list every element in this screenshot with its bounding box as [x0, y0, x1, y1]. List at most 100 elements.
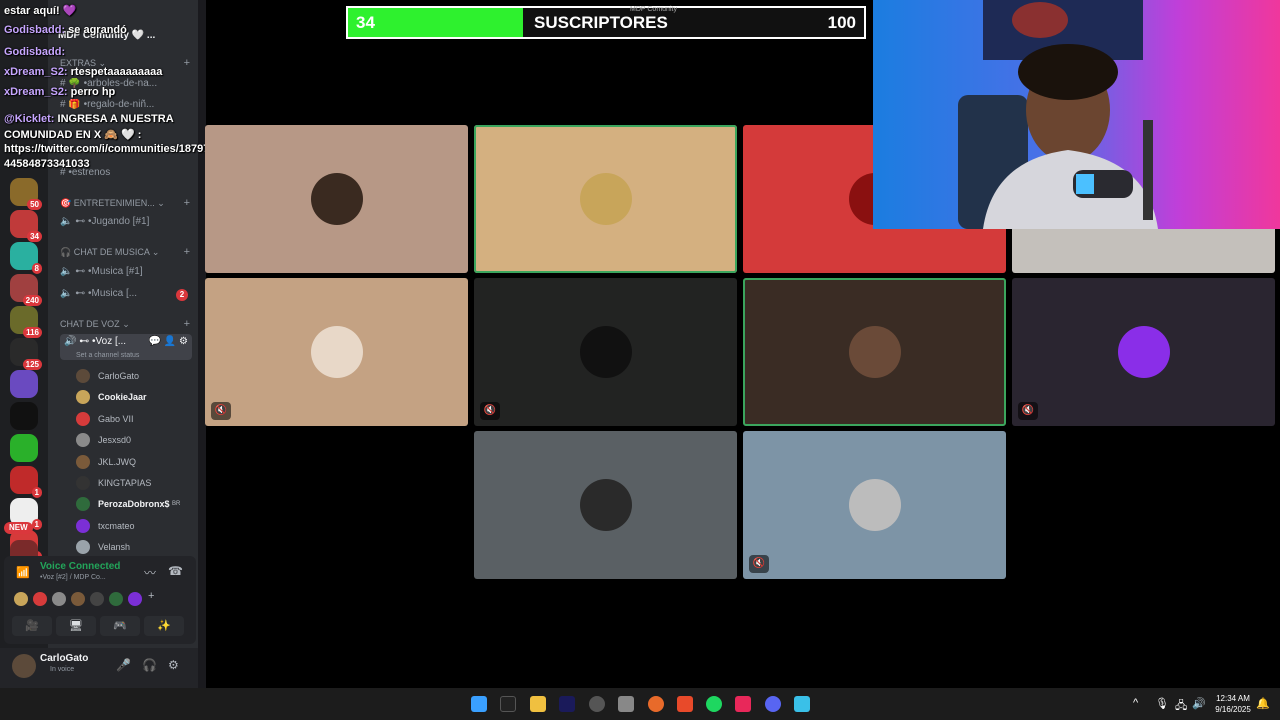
- server-icon[interactable]: 34: [10, 210, 42, 242]
- spotify-icon[interactable]: [706, 696, 722, 712]
- participant-avatar[interactable]: [33, 592, 47, 606]
- voice-member[interactable]: PerozaDobronx$ BR: [76, 496, 194, 512]
- premiere-icon[interactable]: [559, 696, 575, 712]
- avatar: [848, 326, 901, 378]
- clock-time: 12:34 AM: [1216, 694, 1250, 703]
- voice-member[interactable]: KINGTAPIAS: [76, 475, 194, 491]
- video-tile-txcmateo[interactable]: 🔇: [1012, 278, 1275, 426]
- chat-text: estar aquí! 💜: [4, 5, 77, 17]
- video-tile-cookiejaar[interactable]: [474, 125, 737, 273]
- chat-message: Godisbadd:: [4, 46, 65, 58]
- server-badge: 125: [22, 359, 42, 370]
- chat-message: xDream_S2: perro hp: [4, 86, 115, 98]
- avatar: [76, 411, 90, 426]
- server-icon[interactable]: 1: [10, 466, 42, 498]
- avatar[interactable]: [12, 654, 36, 678]
- discord-icon[interactable]: [765, 696, 781, 712]
- channel-musica-1[interactable]: 🔈 ⊷ •Musica [#1]: [60, 266, 192, 277]
- video-tile-jesxsd0[interactable]: 🔇: [205, 278, 468, 426]
- member-name: Velansh: [98, 542, 131, 553]
- category-musica[interactable]: 🎧 CHAT DE MUSICA ⌄ +: [60, 246, 196, 258]
- participant-avatar[interactable]: [109, 592, 123, 606]
- tray-chevron-icon[interactable]: ^: [1133, 697, 1138, 709]
- unread-badge: 2: [176, 289, 188, 301]
- channel-musica-2[interactable]: 🔈 ⊷ •Musica [...: [60, 288, 192, 299]
- file-explorer-icon[interactable]: [530, 696, 546, 712]
- video-tile-kingtapias[interactable]: 🔇: [474, 278, 737, 426]
- video-tile-peroza[interactable]: [474, 431, 737, 579]
- volume-icon[interactable]: 🔊: [1192, 697, 1206, 710]
- screenshare-button[interactable]: 🖥: [56, 616, 96, 636]
- microphone-icon[interactable]: 🎤: [116, 658, 131, 672]
- member-name: JKL.JWQ: [98, 456, 137, 467]
- noise-suppression-icon[interactable]: 〰: [144, 564, 156, 581]
- tiktok-icon[interactable]: [735, 696, 751, 712]
- server-icon[interactable]: 8: [10, 242, 42, 274]
- participant-avatar[interactable]: [14, 592, 28, 606]
- app-icon[interactable]: [618, 696, 634, 712]
- member-name: CookieJaar: [98, 392, 147, 403]
- chat-text: rtespetaaaaaaaaa: [70, 66, 163, 78]
- server-icon[interactable]: [10, 370, 38, 398]
- user-panel: CarloGato In voice 🎤 🎧 ⚙: [0, 648, 198, 688]
- participant-avatar[interactable]: [128, 592, 142, 606]
- avatar: [579, 479, 632, 531]
- epic-games-icon[interactable]: [500, 696, 516, 712]
- windows-start-icon[interactable]: [471, 696, 487, 712]
- video-tile-jkl[interactable]: [743, 278, 1006, 426]
- soundboard-button[interactable]: ✨: [144, 616, 184, 636]
- screen: 503482401161251171261NEW MDP Comunity 🤍 …: [0, 0, 1280, 720]
- clock[interactable]: 12:34 AM 9/16/2025: [1210, 693, 1256, 715]
- disconnect-icon[interactable]: ☎: [168, 564, 183, 578]
- voice-member[interactable]: CarloGato: [76, 368, 194, 384]
- chat-message: COMUNIDAD EN X 🙈 🤍 :: [4, 128, 141, 141]
- browser-icon[interactable]: [648, 696, 664, 712]
- channel-regalo[interactable]: # 🎁 •regalo-de-niñ...: [60, 99, 192, 110]
- server-icon[interactable]: 116: [10, 306, 42, 338]
- server-icon[interactable]: 50: [10, 178, 42, 210]
- camera-button[interactable]: 🎥: [12, 616, 52, 636]
- headphones-icon[interactable]: 🎧: [142, 658, 157, 672]
- poster-figure: [1012, 2, 1068, 38]
- notepad-icon[interactable]: [794, 696, 810, 712]
- notification-icon[interactable]: 🔔: [1256, 697, 1270, 710]
- speaker-icon: 🔈: [60, 266, 73, 277]
- voice-member[interactable]: CookieJaar: [76, 389, 194, 405]
- gear-icon[interactable]: ⚙: [168, 658, 179, 672]
- server-icon[interactable]: 240: [10, 274, 42, 306]
- tray-mic-icon[interactable]: 🎙: [1155, 697, 1169, 710]
- server-badge: 116: [23, 327, 42, 338]
- category-entretenimiento[interactable]: 🎯 ENTRETENIMIEN... ⌄ +: [60, 197, 196, 209]
- server-icon[interactable]: [10, 434, 38, 462]
- voice-connected-subtitle[interactable]: •Voz [#2] / MDP Co...: [40, 574, 106, 581]
- category-chat-de-voz[interactable]: CHAT DE VOZ ⌄ +: [60, 318, 196, 330]
- member-name: PerozaDobronx$: [98, 499, 170, 510]
- invite-icon[interactable]: +: [148, 590, 154, 602]
- activities-button[interactable]: 🎮: [100, 616, 140, 636]
- channel-status[interactable]: Set a channel status: [76, 352, 139, 359]
- user-name[interactable]: CarloGato: [40, 653, 88, 664]
- video-tile-carlogato[interactable]: [205, 125, 468, 273]
- participant-avatar[interactable]: [90, 592, 104, 606]
- video-tile-velansh[interactable]: 🔇: [743, 431, 1006, 579]
- subscriber-count: 34: [356, 13, 375, 32]
- server-badge: 240: [22, 295, 42, 306]
- brave-icon[interactable]: [677, 696, 693, 712]
- network-icon[interactable]: 🖧: [1175, 697, 1187, 716]
- obs-icon[interactable]: [589, 696, 605, 712]
- server-icon[interactable]: 125: [10, 338, 42, 370]
- voice-member[interactable]: Jesxsd0: [76, 432, 194, 448]
- avatar: [76, 497, 90, 512]
- participant-avatar[interactable]: [52, 592, 66, 606]
- participant-avatar[interactable]: [71, 592, 85, 606]
- avatar: [579, 173, 632, 225]
- voice-member[interactable]: txcmateo: [76, 518, 194, 534]
- channel-jugando[interactable]: 🔈 ⊷ •Jugando [#1]: [60, 216, 192, 227]
- avatar: [76, 454, 90, 469]
- hair: [1018, 44, 1118, 100]
- chat-text: 44584873341033: [4, 158, 90, 170]
- voice-member[interactable]: Gabo VII: [76, 411, 194, 427]
- voice-member[interactable]: JKL.JWQ: [76, 454, 194, 470]
- voice-member[interactable]: Velansh: [76, 539, 194, 555]
- server-icon[interactable]: [10, 402, 38, 430]
